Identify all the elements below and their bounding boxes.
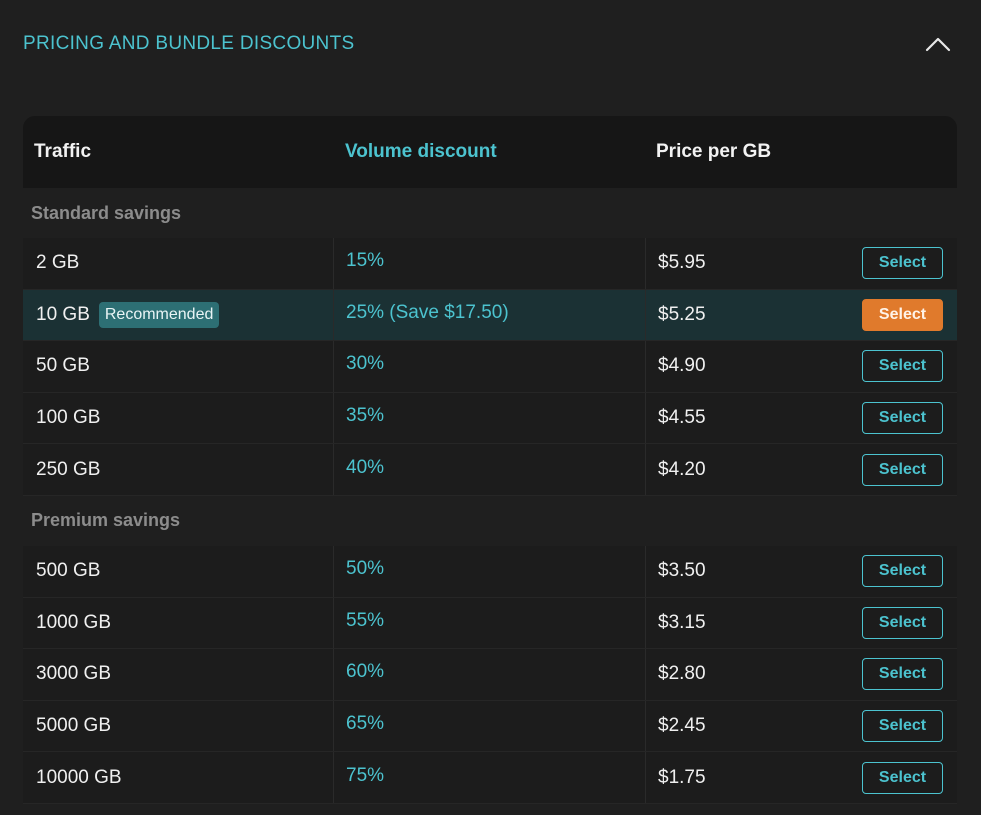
- table-row: 100 GB 35% $4.55 Select: [23, 392, 957, 445]
- traffic-cell: 1000 GB: [23, 597, 334, 649]
- select-button[interactable]: Select: [862, 710, 943, 743]
- collapse-button[interactable]: [923, 29, 953, 59]
- price-cell: $3.50 Select: [646, 546, 957, 597]
- select-button[interactable]: Select: [862, 247, 943, 280]
- traffic-value: 5000 GB: [36, 715, 111, 737]
- table-row: 10000 GB 75% $1.75 Select: [23, 752, 957, 804]
- discount-value: 65%: [346, 713, 385, 735]
- traffic-value: 100 GB: [36, 407, 101, 429]
- price-cell: $4.90 Select: [646, 341, 957, 392]
- discount-cell: 25% (Save $17.50): [334, 289, 646, 341]
- price-cell: $4.20 Select: [646, 444, 957, 495]
- price-value: $5.25: [658, 303, 706, 325]
- discount-value: 30%: [346, 353, 385, 375]
- traffic-cell: 250 GB: [23, 444, 334, 495]
- select-button[interactable]: Select: [862, 402, 943, 435]
- table-row: 250 GB 40% $4.20 Select: [23, 444, 957, 496]
- discount-value: 25% (Save $17.50): [346, 301, 509, 323]
- traffic-cell: 10000 GB: [23, 752, 334, 803]
- price-value: $2.45: [658, 715, 706, 737]
- chevron-up-icon: [925, 37, 951, 52]
- header-traffic: Traffic: [34, 141, 92, 162]
- header-price-per-gb: Price per GB: [656, 141, 772, 162]
- traffic-value: 500 GB: [36, 560, 101, 582]
- price-cell: $4.55 Select: [646, 393, 957, 444]
- group-label: Premium savings: [31, 510, 181, 531]
- traffic-value: 1000 GB: [36, 611, 111, 633]
- table-row: 10 GB Recommended 25% (Save $17.50) $5.25 Se…: [23, 289, 957, 342]
- table-body: Standard savings 2 GB 15% $5.95 Select 10 GB R…: [23, 188, 957, 804]
- traffic-value: 10000 GB: [36, 766, 122, 788]
- table-row: 5000 GB 65% $2.45 Select: [23, 700, 957, 753]
- select-button[interactable]: Select: [862, 298, 943, 331]
- price-cell: $5.25 Select: [646, 290, 957, 341]
- section-header[interactable]: PRICING AND BUNDLE DISCOUNTS: [23, 28, 953, 60]
- price-value: $1.75: [658, 766, 706, 788]
- traffic-cell: 50 GB: [23, 341, 334, 392]
- group-label: Standard savings: [31, 202, 182, 223]
- price-cell: $1.75 Select: [646, 752, 957, 803]
- price-value: $4.55: [658, 407, 706, 429]
- price-cell: $5.95 Select: [646, 238, 957, 289]
- discount-value: 15%: [346, 250, 385, 272]
- table-row: 2 GB 15% $5.95 Select: [23, 238, 957, 290]
- discount-value: 60%: [346, 661, 385, 683]
- traffic-value: 10 GB: [36, 303, 90, 325]
- traffic-cell: 100 GB: [23, 392, 334, 444]
- table-row: 500 GB 50% $3.50 Select: [23, 545, 957, 598]
- discount-value: 50%: [346, 558, 385, 580]
- discount-value: 35%: [346, 405, 385, 427]
- discount-cell: 30%: [334, 341, 646, 392]
- price-value: $3.50: [658, 560, 706, 582]
- traffic-cell: 3000 GB: [23, 649, 334, 700]
- section-title: PRICING AND BUNDLE DISCOUNTS: [23, 33, 355, 54]
- price-cell: $3.15 Select: [646, 598, 957, 649]
- discount-cell: 50%: [334, 545, 646, 597]
- price-value: $3.15: [658, 611, 706, 633]
- select-button[interactable]: Select: [862, 761, 943, 794]
- discount-cell: 15%: [334, 238, 646, 289]
- price-value: $4.20: [658, 458, 706, 480]
- traffic-cell: 5000 GB: [23, 700, 334, 752]
- price-value: $5.95: [658, 252, 706, 274]
- table-row: 50 GB 30% $4.90 Select: [23, 341, 957, 393]
- pricing-table: Traffic Volume discount Price per GB Sta…: [23, 116, 957, 804]
- traffic-value: 3000 GB: [36, 663, 111, 685]
- discount-cell: 75%: [334, 752, 646, 803]
- select-button[interactable]: Select: [862, 453, 943, 486]
- price-value: $4.90: [658, 355, 706, 377]
- select-button[interactable]: Select: [862, 350, 943, 383]
- select-button[interactable]: Select: [862, 555, 943, 588]
- traffic-value: 250 GB: [36, 458, 101, 480]
- discount-cell: 55%: [334, 597, 646, 649]
- traffic-cell: 500 GB: [23, 545, 334, 597]
- price-cell: $2.45 Select: [646, 701, 957, 752]
- group-rows: 500 GB 50% $3.50 Select 1000 GB 55% $3.15 Selec…: [23, 545, 957, 804]
- select-button[interactable]: Select: [862, 606, 943, 639]
- group-rows: 2 GB 15% $5.95 Select 10 GB Recommended 25% (S…: [23, 238, 957, 496]
- traffic-cell: 10 GB Recommended: [23, 289, 334, 341]
- price-value: $2.80: [658, 663, 706, 685]
- discount-cell: 40%: [334, 444, 646, 495]
- discount-cell: 60%: [334, 649, 646, 700]
- recommended-badge: Recommended: [98, 301, 220, 328]
- table-header: Traffic Volume discount Price per GB: [23, 116, 957, 188]
- discount-value: 75%: [346, 764, 385, 786]
- price-cell: $2.80 Select: [646, 649, 957, 700]
- select-button[interactable]: Select: [862, 658, 943, 691]
- discount-cell: 35%: [334, 392, 646, 444]
- discount-value: 40%: [346, 456, 385, 478]
- traffic-value: 2 GB: [36, 252, 80, 274]
- pricing-panel: PRICING AND BUNDLE DISCOUNTS Traffic Vol…: [0, 0, 981, 815]
- discount-value: 55%: [346, 609, 385, 631]
- table-row: 1000 GB 55% $3.15 Select: [23, 597, 957, 650]
- traffic-cell: 2 GB: [23, 238, 334, 289]
- discount-cell: 65%: [334, 700, 646, 752]
- traffic-value: 50 GB: [36, 355, 90, 377]
- header-volume-discount: Volume discount: [345, 141, 497, 162]
- table-row: 3000 GB 60% $2.80 Select: [23, 649, 957, 701]
